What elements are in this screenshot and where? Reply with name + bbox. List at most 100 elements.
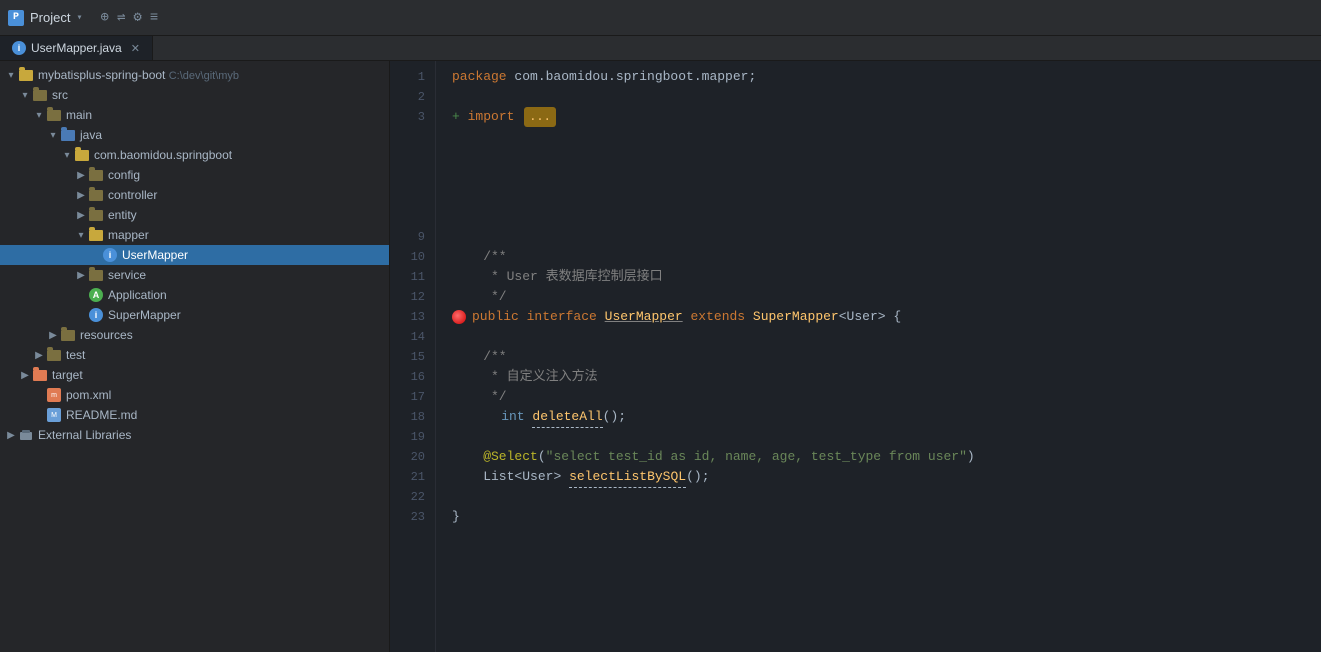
folder-icon-resources: [60, 327, 76, 343]
code-line-2: [452, 87, 1305, 107]
ln-16: 16: [390, 367, 425, 387]
settings-action[interactable]: ⚙: [133, 9, 141, 26]
code-line-12: */: [452, 287, 1305, 307]
tab-close-button[interactable]: ✕: [131, 42, 140, 55]
breakpoint-dot: [452, 310, 466, 324]
tab-usermapper[interactable]: i UserMapper.java ✕: [0, 36, 153, 60]
code-line-4: [452, 127, 1305, 147]
arrow-mapper: ▾: [74, 230, 88, 241]
code-line-18: int deleteAll();: [452, 407, 1305, 427]
code-line-6: [452, 167, 1305, 187]
label-pom: pom.xml: [66, 388, 389, 402]
arrow-config: ▶: [74, 170, 88, 181]
sidebar-item-java[interactable]: ▾ java: [0, 125, 389, 145]
sidebar-item-controller[interactable]: ▶ controller: [0, 185, 389, 205]
menu-action[interactable]: ≡: [150, 10, 158, 26]
code-line-14: [452, 327, 1305, 347]
arrow-readme: [32, 410, 46, 421]
sidebar-item-application[interactable]: A Application: [0, 285, 389, 305]
code-area[interactable]: package com.baomidou.springboot.mapper; …: [436, 61, 1321, 652]
arrow-main: ▾: [32, 110, 46, 121]
xml-icon-pom: m: [46, 387, 62, 403]
folder-icon-entity: [88, 207, 104, 223]
sidebar-item-src[interactable]: ▾ src: [0, 85, 389, 105]
sidebar-item-target[interactable]: ▶ target: [0, 365, 389, 385]
label-test: test: [66, 348, 389, 362]
tab-label: UserMapper.java: [31, 41, 122, 55]
title-bar: P Project ▾ ⊕ ⇌ ⚙ ≡: [0, 0, 1321, 36]
sidebar-item-mapper[interactable]: ▾ mapper: [0, 225, 389, 245]
label-config: config: [108, 168, 389, 182]
sidebar-item-pom[interactable]: m pom.xml: [0, 385, 389, 405]
code-line-10: /**: [452, 247, 1305, 267]
ln-17: 17: [390, 387, 425, 407]
ln-12: 12: [390, 287, 425, 307]
sync-action[interactable]: ⇌: [117, 9, 125, 26]
import-badge[interactable]: ...: [524, 107, 556, 127]
line-numbers: 1 2 3 4 5 6 7 8 9 10 11 12 13 14 15 16 1…: [390, 61, 436, 652]
sidebar-item-main[interactable]: ▾ main: [0, 105, 389, 125]
folder-icon-test: [46, 347, 62, 363]
sidebar-item-resources[interactable]: ▶ resources: [0, 325, 389, 345]
sidebar-item-extlibs[interactable]: ▶ External Libraries: [0, 425, 389, 445]
ln-19: 19: [390, 427, 425, 447]
extlib-icon: [18, 427, 34, 443]
package-icon: [74, 147, 90, 163]
code-line-3: + import ...: [452, 107, 1305, 127]
label-readme: README.md: [66, 408, 389, 422]
sidebar-item-usermapper[interactable]: i UserMapper: [0, 245, 389, 265]
sidebar-item-readme[interactable]: M README.md: [0, 405, 389, 425]
sidebar-item-supermapper[interactable]: i SuperMapper: [0, 305, 389, 325]
folder-icon-config: [88, 167, 104, 183]
title-actions: ⊕ ⇌ ⚙ ≡: [101, 9, 159, 26]
folder-icon-main: [46, 107, 62, 123]
folder-icon-root: [18, 67, 34, 83]
code-line-20: @Select("select test_id as id, name, age…: [452, 447, 1305, 467]
label-src: src: [52, 88, 389, 102]
arrow-pom: [32, 390, 46, 401]
project-icon: P: [8, 10, 24, 26]
editor-content[interactable]: 1 2 3 4 5 6 7 8 9 10 11 12 13 14 15 16 1…: [390, 61, 1321, 652]
label-controller: controller: [108, 188, 389, 202]
code-line-13: public interface UserMapper extends Supe…: [452, 307, 1305, 327]
ln-18: 18: [390, 407, 425, 427]
label-supermapper: SuperMapper: [108, 308, 389, 322]
arrow-extlibs: ▶: [4, 430, 18, 441]
code-line-23: }: [452, 507, 1305, 527]
sidebar-item-config[interactable]: ▶ config: [0, 165, 389, 185]
main-content: ▾ mybatisplus-spring-boot C:\dev\git\myb…: [0, 61, 1321, 652]
arrow-root: ▾: [4, 70, 18, 81]
app-icon-application: A: [88, 287, 104, 303]
folder-icon-target: [32, 367, 48, 383]
label-mapper: mapper: [108, 228, 389, 242]
label-target: target: [52, 368, 389, 382]
code-line-22: [452, 487, 1305, 507]
sidebar-item-entity[interactable]: ▶ entity: [0, 205, 389, 225]
label-resources: resources: [80, 328, 389, 342]
title-dropdown-arrow[interactable]: ▾: [76, 12, 82, 24]
arrow-resources: ▶: [46, 330, 60, 341]
ln-23: 23: [390, 507, 425, 527]
sidebar-item-root[interactable]: ▾ mybatisplus-spring-boot C:\dev\git\myb: [0, 65, 389, 85]
label-entity: entity: [108, 208, 389, 222]
code-line-17: */: [452, 387, 1305, 407]
code-line-8: [452, 207, 1305, 227]
code-line-11: * User 表数据库控制层接口: [452, 267, 1305, 287]
add-action[interactable]: ⊕: [101, 9, 109, 26]
arrow-test: ▶: [32, 350, 46, 361]
ln-10: 10: [390, 247, 425, 267]
project-title: Project: [30, 10, 70, 25]
label-usermapper: UserMapper: [122, 248, 389, 262]
sidebar-item-service[interactable]: ▶ service: [0, 265, 389, 285]
label-application: Application: [108, 288, 389, 302]
sidebar-item-package-root[interactable]: ▾ com.baomidou.springboot: [0, 145, 389, 165]
folder-icon-src: [32, 87, 48, 103]
ln-11: 11: [390, 267, 425, 287]
label-java: java: [80, 128, 389, 142]
code-line-5: [452, 147, 1305, 167]
code-line-16: * 自定义注入方法: [452, 367, 1305, 387]
sidebar-item-test[interactable]: ▶ test: [0, 345, 389, 365]
arrow-service: ▶: [74, 270, 88, 281]
code-line-9: [452, 227, 1305, 247]
folder-icon-java: [60, 127, 76, 143]
